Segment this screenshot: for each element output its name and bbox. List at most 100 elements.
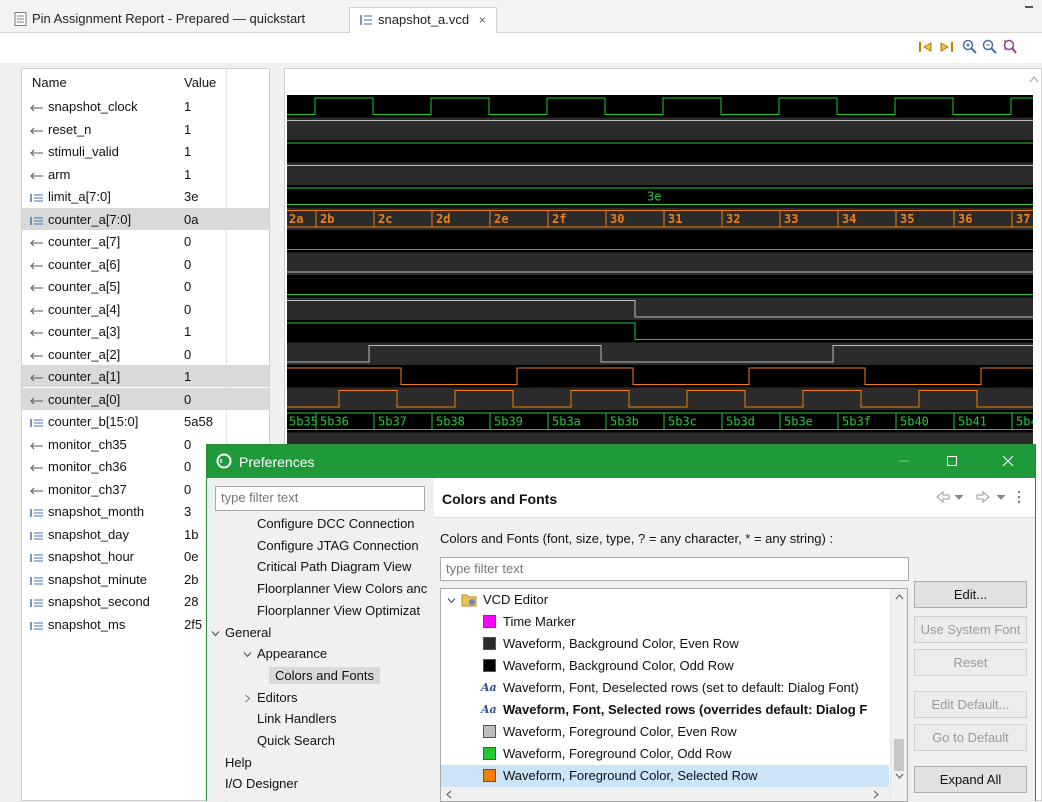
tree-item-label: Waveform, Background Color, Odd Row <box>503 658 734 673</box>
signal-name: counter_a[7] <box>48 234 121 249</box>
nav-item[interactable]: Editors <box>257 690 297 705</box>
scroll-up-icon[interactable] <box>895 593 904 600</box>
chevron-down-icon[interactable] <box>243 650 252 659</box>
tree-item[interactable]: Waveform, Background Color, Even Row <box>441 633 889 655</box>
scroll-up-icon[interactable] <box>1029 75 1039 83</box>
preferences-filter-input[interactable]: type filter text <box>215 486 425 511</box>
close-tab-icon[interactable]: × <box>479 13 486 27</box>
tree-item-label: Waveform, Foreground Color, Selected Row <box>503 768 758 783</box>
tab-snapshot-vcd[interactable]: snapshot_a.vcd × <box>349 7 497 33</box>
nav-item[interactable]: Quick Search <box>257 733 335 748</box>
zoom-fit-icon[interactable] <box>1002 39 1018 55</box>
signal-row[interactable]: counter_a[6] 0 <box>22 253 269 275</box>
signal-row[interactable]: reset_n 1 <box>22 118 269 140</box>
bus-icon <box>30 506 44 517</box>
chevron-down-icon[interactable] <box>447 596 456 605</box>
signal-row[interactable]: counter_a[3] 1 <box>22 320 269 342</box>
signal-value: 1 <box>184 369 192 384</box>
wire-icon <box>30 349 44 359</box>
chevron-down-icon[interactable] <box>211 629 220 638</box>
expand-all-button[interactable]: Expand All <box>914 766 1027 793</box>
edit-default-button[interactable]: Edit Default... <box>914 691 1027 718</box>
bus-value-label: 2b <box>320 212 334 226</box>
nav-item[interactable]: General <box>225 625 271 640</box>
signal-row[interactable]: counter_b[15:0] 5a58 <box>22 410 269 432</box>
nav-item[interactable]: Colors and Fonts <box>269 666 380 684</box>
dialog-titlebar[interactable]: Preferences <box>207 445 1035 478</box>
wire-icon <box>30 236 44 247</box>
tree-root-vcd-editor[interactable]: VCD Editor <box>441 589 889 611</box>
scroll-down-icon[interactable] <box>895 773 904 780</box>
tree-item[interactable]: Waveform, Foreground Color, Odd Row <box>441 743 889 765</box>
nav-item[interactable]: Appearance <box>257 646 327 661</box>
signal-row[interactable]: counter_a[7] 0 <box>22 230 269 252</box>
tree-item[interactable]: Waveform, Foreground Color, Selected Row <box>441 765 889 787</box>
maximize-icon[interactable] <box>944 453 960 469</box>
signal-row[interactable]: snapshot_clock 1 <box>22 95 269 117</box>
page-description: Colors and Fonts (font, size, type, ? = … <box>440 531 834 546</box>
tree-horizontal-scrollbar[interactable] <box>441 787 890 801</box>
signal-row[interactable]: counter_a[7:0] 0a <box>22 207 269 230</box>
tree-item[interactable]: Aa Waveform, Font, Deselected rows (set t… <box>441 677 889 699</box>
next-marker-icon[interactable] <box>938 39 954 55</box>
font-icon: Aa <box>481 703 497 716</box>
reset-button[interactable]: Reset <box>914 649 1027 676</box>
scroll-left-icon[interactable] <box>445 790 452 799</box>
minimize-icon[interactable] <box>896 453 912 469</box>
bus-value-label: 2e <box>494 212 508 226</box>
signal-name: counter_a[2] <box>48 346 121 362</box>
nav-item[interactable]: Floorplanner View Colors anc <box>257 581 427 596</box>
close-icon[interactable] <box>1000 453 1016 469</box>
color-swatch <box>483 637 496 650</box>
colors-fonts-tree[interactable]: VCD Editor Time Marker Waveform, Backgroun… <box>440 588 908 802</box>
tab-pin-assignment-report[interactable]: Pin Assignment Report - Prepared — quick… <box>4 7 315 33</box>
nav-item[interactable]: Configure JTAG Connection <box>257 538 419 553</box>
bus-icon <box>30 191 44 202</box>
zoom-out-icon[interactable] <box>982 39 998 55</box>
go-to-default-button[interactable]: Go to Default <box>914 724 1027 751</box>
bus-value-label: 5b3d <box>726 415 755 429</box>
signal-row[interactable]: counter_a[0] 0 <box>22 387 269 410</box>
tree-item[interactable]: Aa Waveform, Font, Selected rows (overrid… <box>441 699 889 721</box>
signal-value: 1 <box>184 324 192 339</box>
tree-item[interactable]: Time Marker <box>441 611 889 633</box>
nav-item[interactable]: Floorplanner View Optimizat <box>257 603 420 618</box>
nav-item[interactable]: Help <box>225 755 252 770</box>
name-column-header[interactable]: Name <box>32 75 67 90</box>
color-swatch <box>483 769 496 782</box>
bus-icon <box>30 214 44 225</box>
signal-row[interactable]: counter_a[5] 0 <box>22 275 269 297</box>
scrollbar-thumb[interactable] <box>894 739 904 771</box>
signal-value: 0 <box>184 279 192 294</box>
signal-name: reset_n <box>48 121 92 137</box>
signal-row[interactable]: limit_a[7:0] 3e <box>22 185 269 207</box>
tree-item[interactable]: Waveform, Foreground Color, Even Row <box>441 721 889 743</box>
signal-row[interactable]: arm 1 <box>22 163 269 185</box>
chevron-right-icon[interactable] <box>243 694 252 703</box>
edit-button[interactable]: Edit... <box>914 581 1027 608</box>
signal-value: 0a <box>184 211 199 227</box>
nav-item[interactable]: I/O Designer <box>225 776 298 791</box>
minimize-view-icon[interactable] <box>1024 2 1034 12</box>
zoom-in-icon[interactable] <box>962 39 978 55</box>
tree-item[interactable]: Waveform, Background Color, Odd Row <box>441 655 889 677</box>
bus-value-label: 2f <box>552 212 566 226</box>
nav-item[interactable]: Link Handlers <box>257 711 337 726</box>
colors-filter-input[interactable]: type filter text <box>440 557 909 581</box>
tree-vertical-scrollbar[interactable] <box>890 589 907 801</box>
bus-value-label: 5b3a <box>552 415 581 429</box>
signal-row[interactable]: counter_a[4] 0 <box>22 298 269 320</box>
nav-item[interactable]: Critical Path Diagram View <box>257 559 411 574</box>
signal-row[interactable]: counter_a[2] 0 <box>22 343 269 365</box>
bus-icon <box>30 596 44 607</box>
value-column-header[interactable]: Value <box>184 75 216 90</box>
nav-item[interactable]: Configure DCC Connection <box>257 516 415 531</box>
bus-value-label: 5b3e <box>784 415 813 429</box>
signal-row[interactable]: counter_a[1] 1 <box>22 365 269 387</box>
prev-marker-icon[interactable] <box>918 39 934 55</box>
bus-icon <box>30 529 44 540</box>
signal-row[interactable]: stimuli_valid 1 <box>22 140 269 162</box>
page-nav-controls[interactable] <box>935 490 1025 504</box>
scroll-right-icon[interactable] <box>873 790 880 799</box>
use-system-font-button[interactable]: Use System Font <box>914 616 1027 643</box>
